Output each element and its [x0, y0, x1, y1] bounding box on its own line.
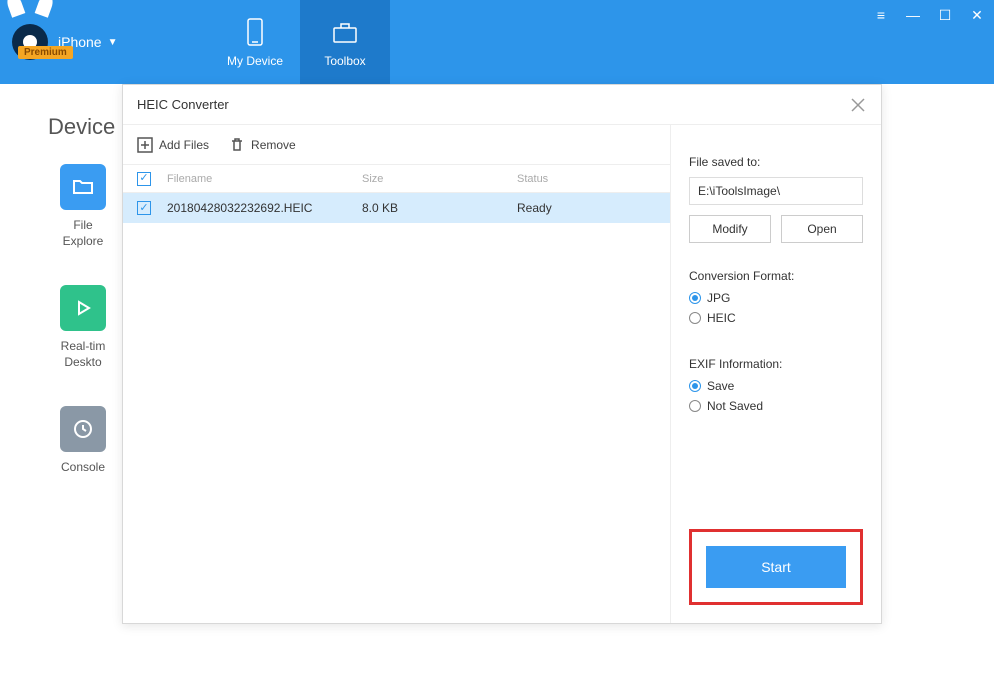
- file-list-pane: Add Files Remove Filename Size Status: [123, 125, 671, 623]
- remove-label: Remove: [251, 138, 296, 152]
- nav-tabs: My Device Toolbox: [210, 0, 390, 84]
- radio-label: HEIC: [707, 311, 736, 325]
- col-size: Size: [362, 173, 517, 185]
- format-jpg[interactable]: JPG: [689, 291, 863, 305]
- select-all-cell: [137, 172, 167, 186]
- format-label: Conversion Format:: [689, 269, 863, 283]
- close-icon[interactable]: [849, 96, 867, 114]
- close-window-icon[interactable]: ✕: [968, 6, 986, 24]
- play-icon: [60, 285, 106, 331]
- tab-my-device[interactable]: My Device: [210, 0, 300, 84]
- tab-label: Toolbox: [324, 54, 365, 68]
- row-checkbox[interactable]: [137, 201, 151, 215]
- folder-icon: [60, 164, 106, 210]
- exif-radio-group: Save Not Saved: [689, 379, 863, 419]
- modal-body: Add Files Remove Filename Size Status: [123, 125, 881, 623]
- add-files-button[interactable]: Add Files: [137, 137, 209, 153]
- tool-console[interactable]: Console: [48, 406, 118, 476]
- device-icon: [239, 16, 271, 48]
- caret-down-icon: ▼: [108, 37, 118, 48]
- modal-title: HEIC Converter: [137, 97, 229, 112]
- maximize-icon[interactable]: ☐: [936, 6, 954, 24]
- table-row[interactable]: 20180428032232692.HEIC 8.0 KB Ready: [123, 193, 670, 223]
- tool-file-explorer[interactable]: File Explore: [48, 164, 118, 249]
- tab-label: My Device: [227, 54, 283, 68]
- table-header: Filename Size Status: [123, 165, 670, 193]
- menu-icon[interactable]: ≡: [872, 6, 890, 24]
- tool-label-line1: File: [73, 218, 92, 234]
- window-controls: ≡ — ☐ ✕: [872, 6, 986, 24]
- modal-header: HEIC Converter: [123, 85, 881, 125]
- format-radio-group: JPG HEIC: [689, 291, 863, 331]
- save-to-label: File saved to:: [689, 155, 863, 169]
- toolbar: Add Files Remove: [123, 125, 670, 165]
- row-filename: 20180428032232692.HEIC: [167, 201, 362, 215]
- tool-label-line1: Real-tim: [61, 339, 106, 355]
- exif-label: EXIF Information:: [689, 357, 863, 371]
- col-status: Status: [517, 173, 656, 185]
- radio-icon: [689, 292, 701, 304]
- toolbox-icon: [329, 16, 361, 48]
- format-heic[interactable]: HEIC: [689, 311, 863, 325]
- tool-label-line2: Deskto: [64, 355, 101, 371]
- tool-label-line2: Explore: [63, 234, 104, 250]
- settings-pane: File saved to: Modify Open Conversion Fo…: [671, 125, 881, 623]
- tool-realtime-desktop[interactable]: Real-tim Deskto: [48, 285, 118, 370]
- minimize-icon[interactable]: —: [904, 6, 922, 24]
- save-path-input[interactable]: [689, 177, 863, 205]
- row-size: 8.0 KB: [362, 201, 517, 215]
- row-status: Ready: [517, 201, 656, 215]
- remove-button[interactable]: Remove: [229, 137, 296, 153]
- premium-badge: Premium: [18, 46, 73, 59]
- logo-area: Premium iPhone ▼: [0, 0, 210, 84]
- add-files-label: Add Files: [159, 138, 209, 152]
- tab-toolbox[interactable]: Toolbox: [300, 0, 390, 84]
- plus-icon: [137, 137, 153, 153]
- radio-label: Save: [707, 379, 734, 393]
- start-button[interactable]: Start: [706, 546, 846, 588]
- start-highlight: Start: [689, 529, 863, 605]
- trash-icon: [229, 137, 245, 153]
- clock-icon: [60, 406, 106, 452]
- radio-label: Not Saved: [707, 399, 763, 413]
- exif-save[interactable]: Save: [689, 379, 863, 393]
- row-check-cell: [137, 201, 167, 215]
- path-buttons: Modify Open: [689, 215, 863, 243]
- radio-icon: [689, 400, 701, 412]
- heic-converter-modal: HEIC Converter Add Files Remove: [122, 84, 882, 624]
- select-all-checkbox[interactable]: [137, 172, 151, 186]
- col-filename: Filename: [167, 173, 362, 185]
- radio-label: JPG: [707, 291, 730, 305]
- radio-icon: [689, 312, 701, 324]
- exif-not-saved[interactable]: Not Saved: [689, 399, 863, 413]
- topbar: Premium iPhone ▼ My Device Toolbox ≡ — ☐…: [0, 0, 994, 84]
- logo-ears-icon: [8, 0, 52, 14]
- modify-button[interactable]: Modify: [689, 215, 771, 243]
- open-button[interactable]: Open: [781, 215, 863, 243]
- tool-label-line1: Console: [61, 460, 105, 476]
- radio-icon: [689, 380, 701, 392]
